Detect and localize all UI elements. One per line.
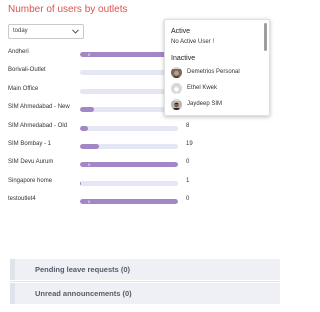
pending-leave-requests-section[interactable]: Pending leave requests (0)	[10, 259, 280, 280]
avatar	[171, 99, 182, 110]
outlet-label: testoutlet4	[8, 196, 36, 203]
avatar	[171, 83, 182, 94]
bar-label: 0	[88, 199, 91, 205]
bar-track	[80, 180, 178, 186]
bar-fill	[80, 199, 178, 205]
outlet-label: Borivali-Outlet	[8, 67, 46, 74]
bar-label: 0	[88, 162, 91, 168]
bar-fill	[80, 144, 99, 149]
user-item[interactable]: Ethel Kwek	[171, 83, 261, 97]
chevron-down-icon	[72, 29, 79, 34]
value-label: 8	[186, 122, 190, 129]
value-label: 0	[186, 196, 190, 203]
value-label: 0	[186, 159, 190, 166]
outlet-label: Singapore home	[8, 177, 53, 184]
bar-track: 0	[80, 162, 178, 168]
period-select[interactable]: today	[8, 24, 84, 39]
bar-fill	[80, 125, 88, 131]
outlet-label: Andheri	[8, 49, 29, 55]
bar-track: 0	[80, 199, 178, 205]
value-label: 1	[186, 177, 190, 184]
outlet-row: testoutlet4 0 0	[0, 195, 287, 209]
user-status-popup: Active No Active User ! Inactive Demetri…	[164, 19, 270, 116]
user-name: Jaydeep SIM	[187, 101, 223, 107]
unread-announcements-section[interactable]: Unread announcements (0)	[10, 283, 280, 304]
user-name: Demetrios Personal	[187, 69, 240, 75]
outlet-label: SIM Ahmedabad - New	[8, 104, 70, 111]
no-active-user-text: No Active User !	[171, 39, 215, 45]
bar-fill	[80, 107, 94, 113]
user-name: Ethel Kwek	[187, 85, 218, 91]
section-divider	[10, 281, 280, 282]
pending-leave-requests-label: Pending leave requests (0)	[35, 265, 131, 274]
outlet-label: SIM Ahmedabad - Old	[8, 122, 68, 129]
users-by-outlets-widget: Number of users by outlets today Andheri…	[0, 0, 287, 250]
outlet-row: Singapore home 1	[0, 177, 287, 191]
unread-announcements-label: Unread announcements (0)	[35, 289, 132, 298]
avatar	[171, 67, 182, 78]
outlet-row: SIM Devu Aurum 0 0	[0, 158, 287, 172]
outlet-row: SIM Ahmedabad - Old 8	[0, 122, 287, 136]
user-item[interactable]: Jaydeep SIM	[171, 99, 261, 113]
bar-fill	[80, 180, 81, 186]
popup-scrollbar[interactable]	[264, 23, 267, 51]
bar-fill	[80, 162, 178, 168]
value-label: 19	[186, 141, 193, 147]
bar-track	[80, 125, 178, 131]
active-header: Active	[171, 28, 191, 35]
bar-track	[80, 144, 178, 149]
outlet-row: SIM Bombay - 1 19	[0, 140, 287, 154]
period-select-value: today	[13, 28, 28, 34]
widget-title: Number of users by outlets	[8, 4, 128, 15]
inactive-header: Inactive	[171, 55, 196, 62]
outlet-label: SIM Bombay - 1	[8, 141, 52, 147]
outlet-label: Main Office	[8, 85, 39, 92]
user-item[interactable]: Demetrios Personal	[171, 67, 261, 81]
outlet-label: SIM Devu Aurum	[8, 159, 54, 166]
bar-label: 0	[88, 52, 91, 57]
